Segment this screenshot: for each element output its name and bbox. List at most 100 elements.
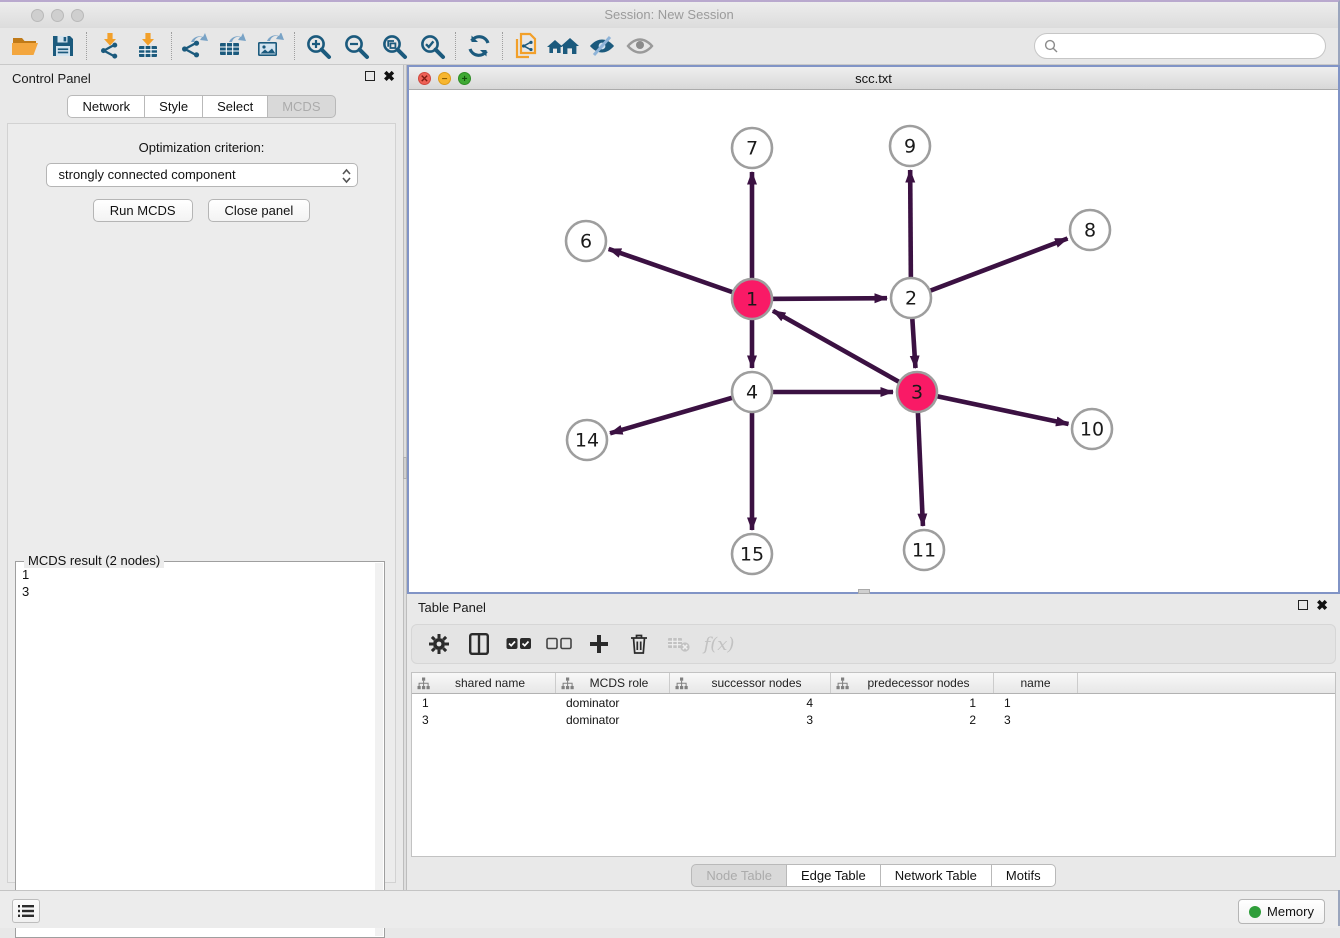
table-panel-header: Table Panel ✖ [407, 594, 1340, 620]
column-header-MCDS-role[interactable]: MCDS role [556, 673, 670, 693]
graph-node-14[interactable]: 14 [567, 420, 607, 460]
graph-node-1[interactable]: 1 [732, 279, 772, 319]
network-canvas[interactable]: 7 9 6 8 1 2 4 3 14 10 15 11 [409, 90, 1338, 592]
svg-text:1: 1 [746, 289, 758, 311]
close-panel-icon[interactable]: ✖ [383, 71, 395, 81]
zoom-fit-icon[interactable] [375, 31, 413, 61]
graph-node-3[interactable]: 3 [897, 372, 937, 412]
show-all-eye-icon[interactable] [621, 31, 659, 61]
cell-name[interactable]: 1 [994, 696, 1078, 710]
control-panel-header: Control Panel ✖ [0, 65, 403, 91]
select-all-icon[interactable] [502, 629, 536, 659]
export-image-icon[interactable] [252, 31, 290, 61]
tab-edge-table[interactable]: Edge Table [787, 864, 881, 887]
optimization-criterion-label: Optimization criterion: [8, 140, 395, 155]
tab-node-table[interactable]: Node Table [691, 864, 787, 887]
cell-shared-name[interactable]: 1 [412, 696, 556, 710]
float-table-panel-icon[interactable] [1298, 600, 1308, 610]
svg-text:9: 9 [904, 136, 916, 158]
svg-text:8: 8 [1084, 220, 1096, 242]
table-header-row: shared nameMCDS rolesuccessor nodesprede… [412, 673, 1335, 694]
edge-4-14[interactable] [610, 392, 752, 433]
zoom-selected-icon[interactable] [413, 31, 451, 61]
duplicate-network-icon[interactable] [507, 31, 545, 61]
graph-node-11[interactable]: 11 [904, 530, 944, 570]
cell-name[interactable]: 3 [994, 713, 1078, 727]
add-column-icon[interactable] [582, 629, 616, 659]
toolbar-separator [294, 32, 295, 60]
table-row-1[interactable]: 1dominator411 [412, 694, 1335, 711]
graph-node-6[interactable]: 6 [566, 221, 606, 261]
edge-1-6[interactable] [609, 249, 752, 299]
application-window: Session: New Session Control Panel ✖ Net… [0, 0, 1340, 926]
criterion-value: strongly connected component [59, 167, 236, 182]
hide-selected-eye-icon[interactable] [583, 31, 621, 61]
node-table[interactable]: shared nameMCDS rolesuccessor nodesprede… [411, 672, 1336, 857]
deselect-all-icon[interactable] [542, 629, 576, 659]
cell-successor-nodes[interactable]: 4 [670, 696, 831, 710]
memory-status-icon [1249, 906, 1261, 918]
network-graph[interactable]: 7 9 6 8 1 2 4 3 14 10 15 11 [409, 90, 1338, 592]
status-bar: Memory [0, 890, 1338, 928]
cell-successor-nodes[interactable]: 3 [670, 713, 831, 727]
zoom-in-icon[interactable] [299, 31, 337, 61]
search-input[interactable] [1063, 39, 1325, 54]
float-panel-icon[interactable] [365, 71, 375, 81]
cell-predecessor-nodes[interactable]: 1 [831, 696, 994, 710]
criterion-dropdown[interactable]: strongly connected component [46, 163, 358, 187]
export-network-icon[interactable] [176, 31, 214, 61]
graph-node-4[interactable]: 4 [732, 372, 772, 412]
run-mcds-button[interactable]: Run MCDS [93, 199, 193, 222]
memory-button[interactable]: Memory [1238, 899, 1325, 924]
result-scrollbar[interactable] [375, 563, 383, 936]
cell-predecessor-nodes[interactable]: 2 [831, 713, 994, 727]
column-header-predecessor-nodes[interactable]: predecessor nodes [831, 673, 994, 693]
tab-network-table[interactable]: Network Table [881, 864, 992, 887]
toolbar-separator [171, 32, 172, 60]
graph-node-2[interactable]: 2 [891, 278, 931, 318]
table-row-2[interactable]: 3dominator323 [412, 711, 1335, 728]
save-session-icon[interactable] [44, 31, 82, 61]
tab-mcds[interactable]: MCDS [268, 95, 335, 118]
control-panel-title: Control Panel [12, 71, 91, 86]
tab-style[interactable]: Style [145, 95, 203, 118]
delete-column-icon[interactable] [622, 629, 656, 659]
svg-text:3: 3 [911, 382, 923, 404]
graph-node-15[interactable]: 15 [732, 534, 772, 574]
edge-2-8[interactable] [911, 239, 1068, 298]
zoom-out-icon[interactable] [337, 31, 375, 61]
refresh-icon[interactable] [460, 31, 498, 61]
column-header-shared-name[interactable]: shared name [412, 673, 556, 693]
gear-icon[interactable] [422, 629, 456, 659]
task-history-button[interactable] [12, 899, 40, 923]
memory-label: Memory [1267, 904, 1314, 919]
mcds-result-text[interactable]: 1 3 [22, 566, 374, 933]
network-window-titlebar[interactable]: ✕ − + scc.txt [409, 67, 1338, 90]
tab-network[interactable]: Network [67, 95, 145, 118]
toolbar-separator [502, 32, 503, 60]
edge-3-1[interactable] [773, 311, 917, 392]
column-header-name[interactable]: name [994, 673, 1078, 693]
graph-node-7[interactable]: 7 [732, 128, 772, 168]
houses-icon[interactable] [545, 31, 583, 61]
column-layout-icon[interactable] [462, 629, 496, 659]
graph-node-8[interactable]: 8 [1070, 210, 1110, 250]
close-panel-button[interactable]: Close panel [208, 199, 311, 222]
column-header-successor-nodes[interactable]: successor nodes [670, 673, 831, 693]
import-table-icon[interactable] [129, 31, 167, 61]
export-table-icon[interactable] [214, 31, 252, 61]
graph-node-10[interactable]: 10 [1072, 409, 1112, 449]
cell-shared-name[interactable]: 3 [412, 713, 556, 727]
search-box[interactable] [1034, 33, 1326, 59]
cell-MCDS-role[interactable]: dominator [556, 696, 670, 710]
cell-MCDS-role[interactable]: dominator [556, 713, 670, 727]
tab-select[interactable]: Select [203, 95, 268, 118]
column-header-filler [1078, 673, 1335, 693]
import-network-icon[interactable] [91, 31, 129, 61]
function-builder-icon: f(x) [702, 629, 736, 659]
close-table-panel-icon[interactable]: ✖ [1316, 600, 1328, 610]
tab-motifs[interactable]: Motifs [992, 864, 1056, 887]
graph-node-9[interactable]: 9 [890, 126, 930, 166]
open-file-icon[interactable] [6, 31, 44, 61]
edge-3-10[interactable] [917, 392, 1069, 424]
